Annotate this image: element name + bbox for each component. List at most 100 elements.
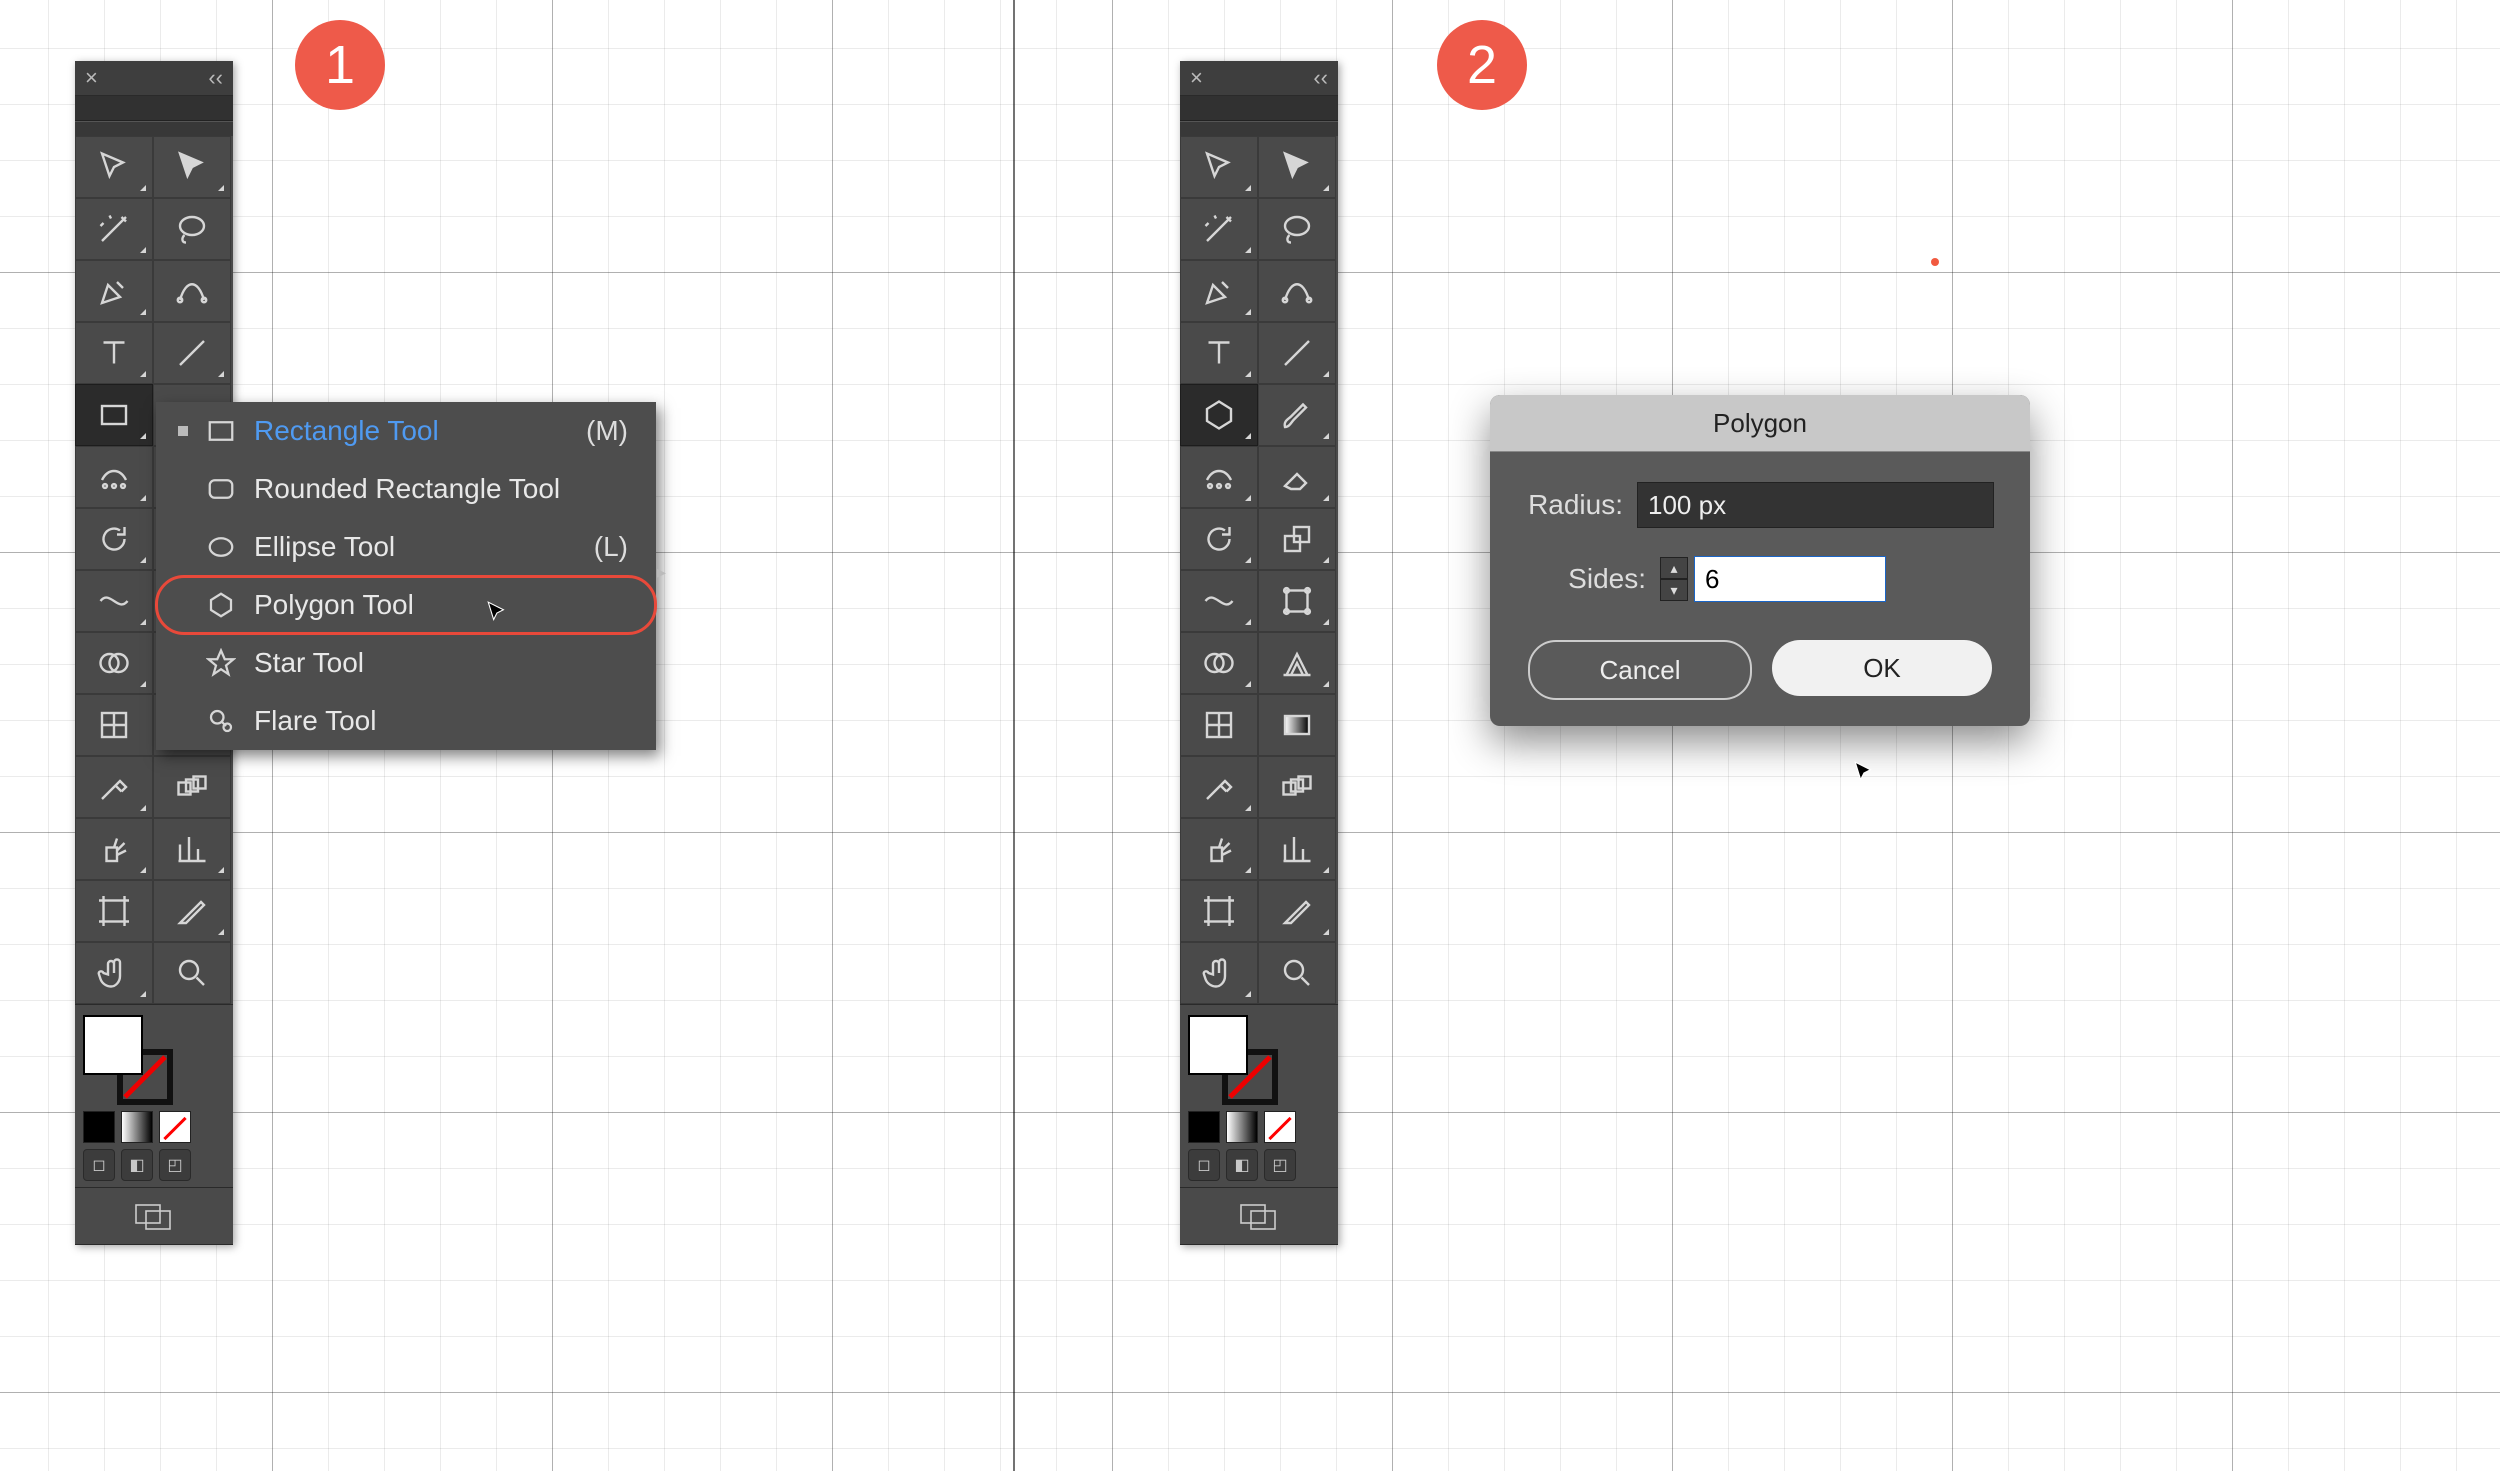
paintbrush-tool[interactable] bbox=[1258, 384, 1336, 446]
eyedropper-tool[interactable] bbox=[75, 756, 153, 818]
artboard-tool[interactable] bbox=[75, 880, 153, 942]
gradient-mode[interactable] bbox=[1226, 1111, 1258, 1143]
slice-tool[interactable] bbox=[153, 880, 231, 942]
zoom-tool[interactable] bbox=[1258, 942, 1336, 1004]
ok-button[interactable]: OK bbox=[1772, 640, 1992, 696]
draw-behind[interactable]: ◧ bbox=[1226, 1149, 1258, 1181]
panel-header[interactable]: × ‹‹ bbox=[1180, 61, 1338, 96]
column-graph-tool[interactable] bbox=[1258, 818, 1336, 880]
flyout-star-tool[interactable]: Star Tool bbox=[156, 634, 656, 692]
type-tool[interactable] bbox=[75, 322, 153, 384]
pen-tool[interactable] bbox=[75, 260, 153, 322]
close-icon[interactable]: × bbox=[85, 65, 98, 91]
close-icon[interactable]: × bbox=[1190, 65, 1203, 91]
curvature-tool[interactable] bbox=[153, 260, 231, 322]
blend-tool[interactable] bbox=[1258, 756, 1336, 818]
gradient-tool[interactable] bbox=[1258, 694, 1336, 756]
rectangle-tool[interactable] bbox=[75, 384, 153, 446]
hand-tool[interactable] bbox=[1180, 942, 1258, 1004]
collapse-icon[interactable]: ‹‹ bbox=[208, 65, 223, 91]
column-graph-tool[interactable] bbox=[153, 818, 231, 880]
gradient-mode[interactable] bbox=[121, 1111, 153, 1143]
symbol-sprayer-tool[interactable] bbox=[1180, 818, 1258, 880]
slice-tool[interactable] bbox=[1258, 880, 1336, 942]
flyout-ellipse-tool[interactable]: Ellipse Tool (L) bbox=[156, 518, 656, 576]
draw-mode-row[interactable]: ◻ ◧ ◰ bbox=[83, 1149, 225, 1181]
pen-tool[interactable] bbox=[1180, 260, 1258, 322]
panel-header[interactable]: × ‹‹ bbox=[75, 61, 233, 96]
tools-panel-step2[interactable]: × ‹‹ bbox=[1180, 61, 1338, 1245]
flyout-item-label: Polygon Tool bbox=[254, 589, 414, 621]
hand-tool[interactable] bbox=[75, 942, 153, 1004]
mesh-tool[interactable] bbox=[75, 694, 153, 756]
scale-tool[interactable] bbox=[1258, 508, 1336, 570]
lasso-tool[interactable] bbox=[1258, 198, 1336, 260]
draw-inside[interactable]: ◰ bbox=[1264, 1149, 1296, 1181]
rotate-tool[interactable] bbox=[75, 508, 153, 570]
artboard-tool[interactable] bbox=[1180, 880, 1258, 942]
color-well[interactable]: ◻ ◧ ◰ bbox=[75, 1004, 233, 1187]
magic-wand-tool[interactable] bbox=[75, 198, 153, 260]
free-transform-tool[interactable] bbox=[1258, 570, 1336, 632]
fill-swatch[interactable] bbox=[83, 1015, 143, 1075]
color-well[interactable]: ◻ ◧ ◰ bbox=[1180, 1004, 1338, 1187]
draw-inside[interactable]: ◰ bbox=[159, 1149, 191, 1181]
cancel-button[interactable]: Cancel bbox=[1528, 640, 1752, 700]
flyout-rectangle-tool[interactable]: Rectangle Tool (M) bbox=[156, 402, 656, 460]
type-tool[interactable] bbox=[1180, 322, 1258, 384]
line-segment-tool[interactable] bbox=[153, 322, 231, 384]
screen-mode[interactable] bbox=[1180, 1187, 1338, 1245]
flyout-item-label: Ellipse Tool bbox=[254, 531, 395, 563]
polygon-tool[interactable] bbox=[1180, 384, 1258, 446]
line-segment-tool[interactable] bbox=[1258, 322, 1336, 384]
flyout-rounded-rectangle-tool[interactable]: Rounded Rectangle Tool bbox=[156, 460, 656, 518]
shape-builder-tool[interactable] bbox=[75, 632, 153, 694]
fill-swatch[interactable] bbox=[1188, 1015, 1248, 1075]
collapse-icon[interactable]: ‹‹ bbox=[1313, 65, 1328, 91]
shape-builder-tool[interactable] bbox=[1180, 632, 1258, 694]
lasso-tool[interactable] bbox=[153, 198, 231, 260]
sides-input[interactable] bbox=[1694, 556, 1886, 602]
selection-tool[interactable] bbox=[75, 136, 153, 198]
width-tool[interactable] bbox=[75, 570, 153, 632]
radius-input[interactable] bbox=[1637, 482, 1994, 528]
symbol-sprayer-tool[interactable] bbox=[75, 818, 153, 880]
curvature-tool[interactable] bbox=[1258, 260, 1336, 322]
direct-selection-tool[interactable] bbox=[153, 136, 231, 198]
direct-selection-tool[interactable] bbox=[1258, 136, 1336, 198]
eyedropper-tool[interactable] bbox=[1180, 756, 1258, 818]
shape-tool-flyout[interactable]: Rectangle Tool (M) Rounded Rectangle Too… bbox=[156, 402, 656, 750]
shaper-tool[interactable] bbox=[75, 446, 153, 508]
width-tool[interactable] bbox=[1180, 570, 1258, 632]
flyout-flare-tool[interactable]: Flare Tool bbox=[156, 692, 656, 750]
flyout-polygon-tool[interactable]: Polygon Tool bbox=[156, 576, 656, 634]
blend-tool[interactable] bbox=[153, 756, 231, 818]
draw-normal[interactable]: ◻ bbox=[1188, 1149, 1220, 1181]
draw-behind[interactable]: ◧ bbox=[121, 1149, 153, 1181]
polygon-dialog[interactable]: Polygon Radius: Sides: ▴ ▾ Cancel OK bbox=[1490, 395, 2030, 726]
none-mode[interactable] bbox=[159, 1111, 191, 1143]
sides-step-down[interactable]: ▾ bbox=[1660, 579, 1688, 601]
mesh-tool[interactable] bbox=[1180, 694, 1258, 756]
none-mode[interactable] bbox=[1264, 1111, 1296, 1143]
perspective-grid-tool[interactable] bbox=[1258, 632, 1336, 694]
shaper-tool[interactable] bbox=[1180, 446, 1258, 508]
color-mode[interactable] bbox=[1188, 1111, 1220, 1143]
selection-tool[interactable] bbox=[1180, 136, 1258, 198]
panel-grip[interactable] bbox=[1180, 121, 1338, 136]
screen-mode[interactable] bbox=[75, 1187, 233, 1245]
swatch-row[interactable] bbox=[83, 1111, 225, 1143]
zoom-tool[interactable] bbox=[153, 942, 231, 1004]
color-mode[interactable] bbox=[83, 1111, 115, 1143]
tear-off-handle[interactable] bbox=[178, 426, 188, 436]
flyout-item-label: Rounded Rectangle Tool bbox=[254, 473, 560, 505]
draw-normal[interactable]: ◻ bbox=[83, 1149, 115, 1181]
rotate-tool[interactable] bbox=[1180, 508, 1258, 570]
flyout-item-shortcut: (L) bbox=[594, 531, 628, 563]
dialog-title[interactable]: Polygon bbox=[1490, 395, 2030, 452]
eraser-tool[interactable] bbox=[1258, 446, 1336, 508]
magic-wand-tool[interactable] bbox=[1180, 198, 1258, 260]
panel-grip[interactable] bbox=[75, 121, 233, 136]
sides-step-up[interactable]: ▴ bbox=[1660, 557, 1688, 579]
anchor-dot bbox=[1931, 258, 1939, 266]
